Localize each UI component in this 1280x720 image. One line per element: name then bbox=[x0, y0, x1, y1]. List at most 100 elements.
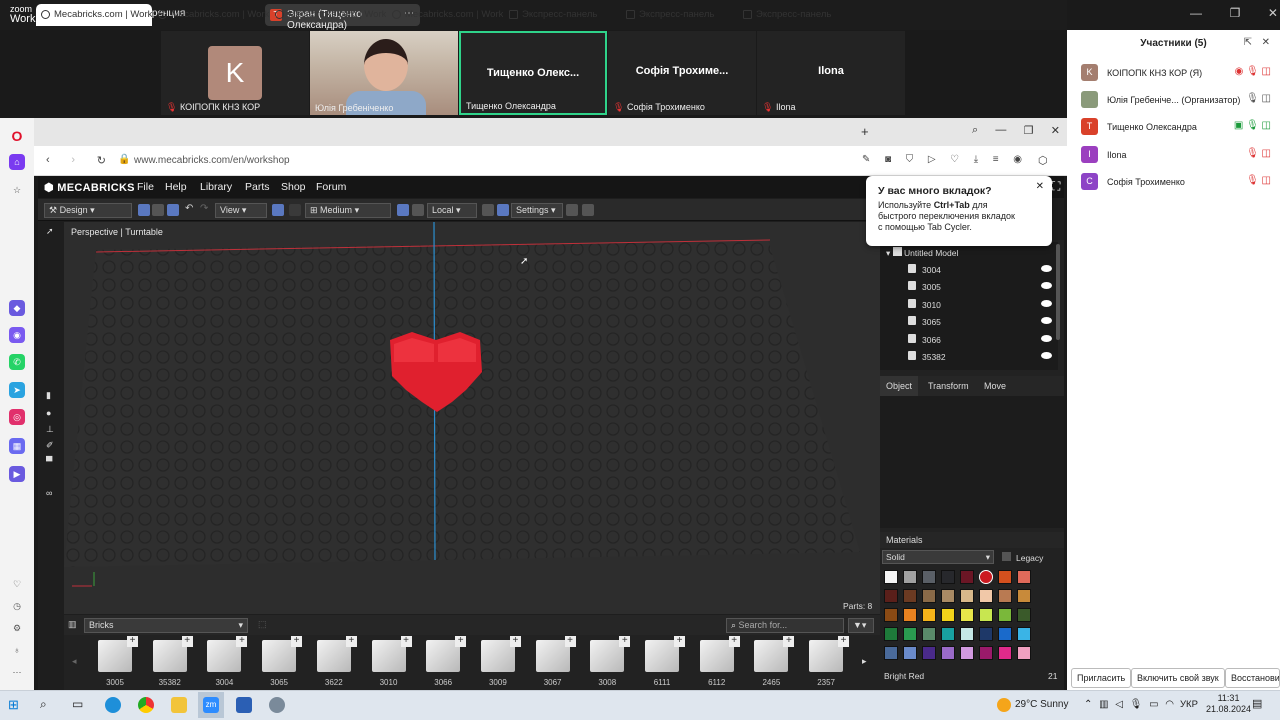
notifications-icon[interactable]: ▤ bbox=[1252, 697, 1262, 710]
menu-file[interactable]: File bbox=[137, 181, 154, 193]
history-icon[interactable]: ◷ bbox=[9, 598, 25, 614]
browser-tab[interactable]: Экспресс-панель bbox=[504, 4, 620, 26]
part-item[interactable]: +3010 bbox=[364, 636, 414, 688]
color-swatch[interactable] bbox=[922, 589, 936, 603]
shield-icon[interactable]: ⛉ bbox=[906, 154, 914, 165]
color-swatch[interactable] bbox=[941, 627, 955, 641]
color-swatch[interactable] bbox=[998, 589, 1012, 603]
part-item[interactable]: +6112 bbox=[692, 636, 742, 688]
add-part-icon[interactable]: + bbox=[728, 636, 740, 647]
heart-icon[interactable]: ♡ bbox=[950, 154, 959, 165]
network-icon[interactable]: ▥ bbox=[1099, 699, 1108, 710]
color-swatch[interactable] bbox=[903, 570, 917, 584]
color-swatch[interactable] bbox=[941, 646, 955, 660]
instagram-icon[interactable]: ◎ bbox=[9, 409, 25, 425]
color-swatch[interactable] bbox=[884, 646, 898, 660]
axis-icon[interactable]: ⊥ bbox=[46, 424, 54, 435]
color-swatch[interactable] bbox=[979, 589, 993, 603]
part-item[interactable]: +3066 bbox=[418, 636, 468, 688]
menu-shop[interactable]: Shop bbox=[281, 181, 306, 193]
add-part-icon[interactable]: + bbox=[674, 636, 685, 647]
video-tile[interactable]: Юлія Гребеніченко bbox=[310, 31, 458, 115]
color-swatch[interactable] bbox=[1017, 646, 1031, 660]
part-item[interactable]: +3009 bbox=[473, 636, 523, 688]
minimize-icon[interactable]: — bbox=[995, 124, 1006, 137]
snap-icon[interactable] bbox=[482, 204, 494, 216]
tab-move[interactable]: Move bbox=[984, 381, 1006, 391]
tree-item[interactable]: 3065 bbox=[908, 316, 941, 327]
participant-row[interactable]: T Тищенко Олександра ▣ 🎙 ◫ bbox=[1081, 116, 1271, 140]
wifi-icon[interactable]: ◠ bbox=[1165, 699, 1174, 710]
edit-icon[interactable]: ✎ bbox=[862, 154, 870, 165]
glasses-icon[interactable]: ∞ bbox=[46, 488, 52, 498]
settings-select[interactable]: Settings ▾ bbox=[511, 203, 563, 218]
part-item[interactable]: +2357 bbox=[801, 636, 851, 688]
restore-icon[interactable]: ❐ bbox=[1230, 6, 1241, 20]
video-tile[interactable]: K 🎙 КОІПОПК КНЗ КОР bbox=[161, 31, 309, 115]
menu-icon[interactable]: ≡ bbox=[993, 154, 999, 165]
visibility-eye-icon[interactable] bbox=[1041, 299, 1052, 307]
tree-root[interactable]: ▾ Untitled Model bbox=[886, 247, 958, 259]
cursor-icon[interactable]: ➚ bbox=[46, 226, 54, 237]
edge-icon[interactable] bbox=[105, 697, 121, 713]
add-part-icon[interactable]: + bbox=[564, 636, 576, 647]
chrome-icon[interactable] bbox=[138, 697, 154, 713]
tree-item[interactable]: 3010 bbox=[908, 298, 941, 310]
grid-icon[interactable] bbox=[272, 204, 284, 216]
profile-icon[interactable]: ◉ bbox=[1013, 154, 1022, 165]
more-icon[interactable]: ⋯ bbox=[9, 664, 25, 680]
paint-icon[interactable]: ✐ bbox=[46, 440, 54, 451]
aria-icon[interactable]: ◆ bbox=[9, 300, 25, 316]
color-swatch[interactable] bbox=[998, 646, 1012, 660]
stamp-icon[interactable]: ▀ bbox=[46, 456, 52, 466]
color-swatch[interactable] bbox=[1017, 589, 1031, 603]
part-item[interactable]: +3008 bbox=[582, 636, 632, 688]
mode-select[interactable]: ⚒ Design ▾ bbox=[44, 203, 132, 218]
color-swatch[interactable] bbox=[941, 570, 955, 584]
transform-icon[interactable] bbox=[397, 204, 409, 216]
color-swatch[interactable] bbox=[903, 627, 917, 641]
mic-icon[interactable]: 🎙 bbox=[1130, 699, 1143, 710]
tree-item[interactable]: 35382 bbox=[908, 351, 946, 362]
part-item[interactable]: +6111 bbox=[637, 636, 687, 688]
color-swatch[interactable] bbox=[1017, 608, 1031, 622]
light-icon[interactable]: ● bbox=[46, 408, 51, 418]
part-item[interactable]: +35382 bbox=[145, 636, 195, 688]
participant-row[interactable]: K КОІПОПК КНЗ КОР (Я) ◉ 🎙 ◫ bbox=[1081, 62, 1271, 86]
visibility-eye-icon[interactable] bbox=[1041, 265, 1052, 272]
color-swatch[interactable] bbox=[1017, 570, 1031, 584]
menu-library[interactable]: Library bbox=[200, 181, 232, 193]
volume-icon[interactable]: ◁ bbox=[1115, 699, 1123, 710]
quality-select[interactable]: ⊞ Medium ▾ bbox=[305, 203, 391, 218]
battery-icon[interactable]: ▭ bbox=[1149, 699, 1158, 710]
camera-icon[interactable] bbox=[582, 204, 594, 216]
minimize-icon[interactable]: — bbox=[1190, 6, 1202, 20]
restore-button[interactable]: Восстановит bbox=[1225, 668, 1280, 688]
3d-viewport[interactable] bbox=[64, 222, 880, 614]
color-swatch[interactable] bbox=[941, 589, 955, 603]
tree-item[interactable]: 3005 bbox=[908, 281, 941, 292]
add-part-icon[interactable]: + bbox=[236, 636, 248, 647]
legacy-checkbox[interactable]: Legacy bbox=[1002, 552, 1043, 563]
participant-row[interactable]: C Софія Трохименко 🎙 ◫ bbox=[1081, 171, 1271, 195]
heart-icon[interactable]: ♡ bbox=[9, 576, 25, 592]
play-icon[interactable]: ▷ bbox=[928, 154, 936, 165]
material-type-select[interactable]: Solid ▾ bbox=[882, 550, 994, 564]
undo-icon[interactable]: ↶ bbox=[185, 203, 193, 214]
messenger-icon[interactable]: ◉ bbox=[9, 327, 25, 343]
menu-forum[interactable]: Forum bbox=[316, 181, 346, 193]
visibility-eye-icon[interactable] bbox=[1041, 334, 1052, 342]
calendar-icon[interactable]: ▦ bbox=[9, 438, 25, 454]
close-icon[interactable]: ✕ bbox=[1051, 124, 1060, 137]
forward-icon[interactable]: › bbox=[71, 154, 75, 167]
unmute-button[interactable]: Включить свой звук bbox=[1131, 668, 1225, 688]
color-swatch[interactable] bbox=[1017, 627, 1031, 641]
color-swatch[interactable] bbox=[960, 570, 974, 584]
color-swatch[interactable] bbox=[998, 627, 1012, 641]
clock[interactable]: 11:31 21.08.2024 bbox=[1206, 693, 1251, 715]
add-part-icon[interactable]: + bbox=[181, 636, 193, 647]
close-icon[interactable]: ✕ bbox=[1262, 37, 1270, 48]
color-swatch[interactable] bbox=[884, 608, 898, 622]
home-icon[interactable]: ⌂ bbox=[9, 154, 25, 170]
add-part-icon[interactable]: + bbox=[838, 636, 850, 647]
